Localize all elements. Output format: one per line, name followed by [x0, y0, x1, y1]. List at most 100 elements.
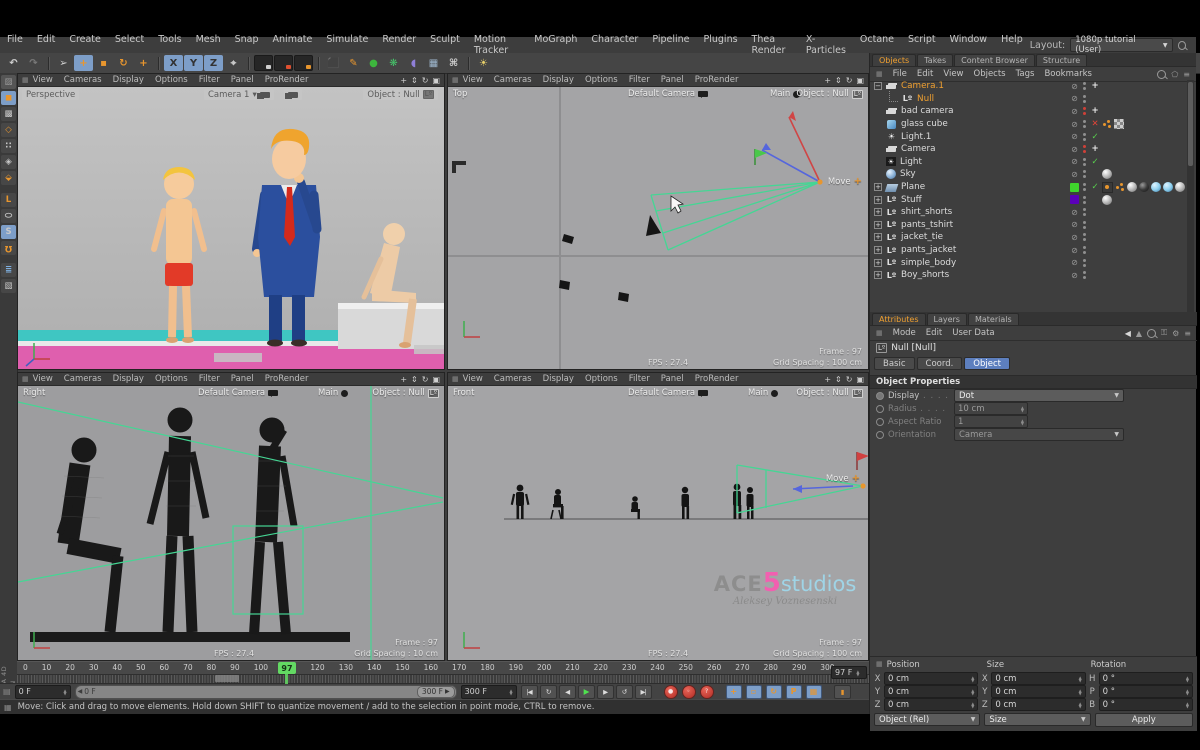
viewport-menu-item[interactable]: Display: [543, 75, 574, 85]
viewport-menu-item[interactable]: Panel: [231, 75, 254, 85]
material-tag-icon[interactable]: [1102, 195, 1112, 205]
expand-icon[interactable]: +: [874, 221, 882, 229]
visibility-dots[interactable]: [1083, 271, 1086, 279]
modeling-thumbnail-icon[interactable]: ▨: [1, 75, 16, 89]
object-label[interactable]: Null: [917, 94, 934, 104]
visibility-dots[interactable]: [1083, 183, 1086, 191]
undo-button[interactable]: ↶: [4, 55, 23, 71]
enable-axis-button[interactable]: L: [1, 193, 16, 207]
section-object-properties[interactable]: Object Properties: [870, 375, 1197, 389]
visibility-dots[interactable]: [1083, 246, 1086, 254]
transport-button[interactable]: ↺: [616, 685, 633, 699]
layer-none-icon[interactable]: ⊘: [1070, 120, 1079, 129]
maximize-view-icon[interactable]: ▣: [856, 375, 864, 384]
object-label[interactable]: Camera: [901, 144, 936, 154]
spline-pen-button[interactable]: ✎: [344, 55, 363, 71]
viewport-menu-item[interactable]: Panel: [231, 374, 254, 384]
layer-none-icon[interactable]: ⊘: [1070, 170, 1079, 179]
timeline-mode-icon[interactable]: ▤: [3, 687, 11, 696]
rotation-b-field[interactable]: 0 °▲▼: [1099, 698, 1193, 711]
camera-button[interactable]: ⌘: [444, 55, 463, 71]
layer-none-icon[interactable]: ⊘: [1070, 107, 1079, 116]
viewport-front[interactable]: ▦ ViewCamerasDisplayOptionsFilterPanelPr…: [447, 372, 869, 661]
material-tag-icon[interactable]: [1127, 182, 1137, 192]
om-menu-tags[interactable]: Tags: [1016, 69, 1035, 79]
render-view-button[interactable]: [254, 55, 273, 71]
autokey-button[interactable]: ◦: [682, 685, 696, 699]
pan-view-icon[interactable]: +: [824, 375, 831, 384]
coord-mode-dropdown[interactable]: Object (Rel)▼: [874, 713, 980, 726]
visibility-dots[interactable]: [1083, 233, 1086, 241]
viewport-solo-button[interactable]: ⬭: [1, 209, 16, 223]
object-label[interactable]: bad camera: [901, 106, 954, 116]
visibility-dots[interactable]: [1083, 145, 1086, 153]
mograph-button[interactable]: ❋: [384, 55, 403, 71]
object-label[interactable]: jacket_tie: [901, 232, 943, 242]
om-menu-edit[interactable]: Edit: [917, 69, 933, 79]
viewport-menu-item[interactable]: ProRender: [265, 75, 309, 85]
object-row-sky[interactable]: Sky ⊘: [870, 168, 1188, 181]
size-x-field[interactable]: 0 cm▲▼: [991, 672, 1085, 685]
workplane-mode-button[interactable]: ◇: [1, 123, 16, 137]
viewport-menu-item[interactable]: Panel: [661, 75, 684, 85]
enabled-icon[interactable]: ✓: [1090, 182, 1100, 192]
om-menu-objects[interactable]: Objects: [974, 69, 1006, 79]
visibility-dots[interactable]: [1083, 133, 1086, 141]
object-label[interactable]: Stuff: [901, 195, 922, 205]
layer-none-icon[interactable]: ⊘: [1070, 145, 1079, 154]
panel-grid-icon[interactable]: ▦: [876, 70, 883, 78]
disabled-icon[interactable]: ✕: [1090, 119, 1100, 129]
viewport-menu-item[interactable]: View: [33, 374, 53, 384]
rotate-tool[interactable]: ↻: [114, 55, 133, 71]
viewport-menu-item[interactable]: Filter: [199, 75, 220, 85]
keyframe-circle-icon[interactable]: [876, 418, 884, 426]
search-icon[interactable]: [1157, 70, 1166, 79]
viewport-name-label[interactable]: Top: [453, 89, 467, 99]
viewport-menu-item[interactable]: View: [463, 374, 483, 384]
panel-grid-icon[interactable]: ▦: [22, 375, 29, 383]
viewport-name-label[interactable]: Perspective: [22, 89, 79, 100]
search-icon[interactable]: [1147, 329, 1156, 338]
tab-content-browser[interactable]: Content Browser: [954, 54, 1035, 66]
dolly-view-icon[interactable]: ⇕: [835, 76, 842, 85]
texture-mode-button[interactable]: ▩: [1, 107, 16, 121]
maximize-view-icon[interactable]: ▣: [432, 76, 440, 85]
slider-end-handle[interactable]: 300 F▶: [417, 686, 455, 698]
top-canvas[interactable]: Top Default Camera Main Object : NullLº …: [448, 87, 868, 369]
layer-none-icon[interactable]: ⊘: [1070, 208, 1079, 217]
viewport-menu-item[interactable]: View: [33, 75, 53, 85]
object-row-pants-jacket[interactable]: +Lº pants_jacket ⊘: [870, 244, 1188, 257]
render-settings-button[interactable]: [294, 55, 313, 71]
om-menu-view[interactable]: View: [943, 69, 963, 79]
viewport-perspective[interactable]: ▦ ViewCamerasDisplayOptionsFilterPanelPr…: [17, 73, 445, 370]
layer-none-icon[interactable]: ⊘: [1070, 157, 1079, 166]
transport-button[interactable]: ↻: [540, 685, 557, 699]
tab-layers[interactable]: Layers: [927, 313, 967, 325]
orbit-view-icon[interactable]: ↻: [846, 375, 853, 384]
object-row-null[interactable]: Lº Null ⊘: [870, 93, 1188, 106]
transport-button[interactable]: ◀: [559, 685, 576, 699]
layer-none-icon[interactable]: ⊘: [1070, 220, 1079, 229]
expand-icon[interactable]: +: [874, 233, 882, 241]
panel-grid-icon[interactable]: ▦: [876, 329, 883, 337]
visibility-dots[interactable]: [1083, 120, 1086, 128]
object-row-boy-shorts[interactable]: +Lº Boy_shorts ⊘: [870, 269, 1188, 282]
layout-dropdown[interactable]: 1080p tutorial (User) ▼: [1070, 38, 1172, 52]
visibility-dots[interactable]: [1083, 208, 1086, 216]
right-canvas[interactable]: Right Default Camera Main Object : NullL…: [18, 386, 444, 660]
keyframe-circle-icon[interactable]: [876, 431, 884, 439]
xpresso-tag-icon[interactable]: [1115, 182, 1125, 192]
record-keyframe-button[interactable]: ●: [664, 685, 678, 699]
range-end-field[interactable]: 300 F▲▼: [461, 685, 517, 699]
viewport-right[interactable]: ▦ ViewCamerasDisplayOptionsFilterPanelPr…: [17, 372, 445, 661]
expand-icon[interactable]: +: [874, 259, 882, 267]
object-row-camera[interactable]: Camera ⊘+: [870, 143, 1188, 156]
viewport-menu-item[interactable]: Display: [543, 374, 574, 384]
object-row-glass-cube[interactable]: glass cube ⊘✕: [870, 118, 1188, 131]
object-row-light1[interactable]: ☀ Light.1 ⊘✓: [870, 130, 1188, 143]
texture-tag-icon[interactable]: [1114, 119, 1124, 129]
layer-none-icon[interactable]: ⊘: [1070, 233, 1079, 242]
visibility-dots[interactable]: [1083, 95, 1086, 103]
viewport-menu-item[interactable]: ProRender: [265, 374, 309, 384]
last-tool[interactable]: +: [134, 55, 153, 71]
